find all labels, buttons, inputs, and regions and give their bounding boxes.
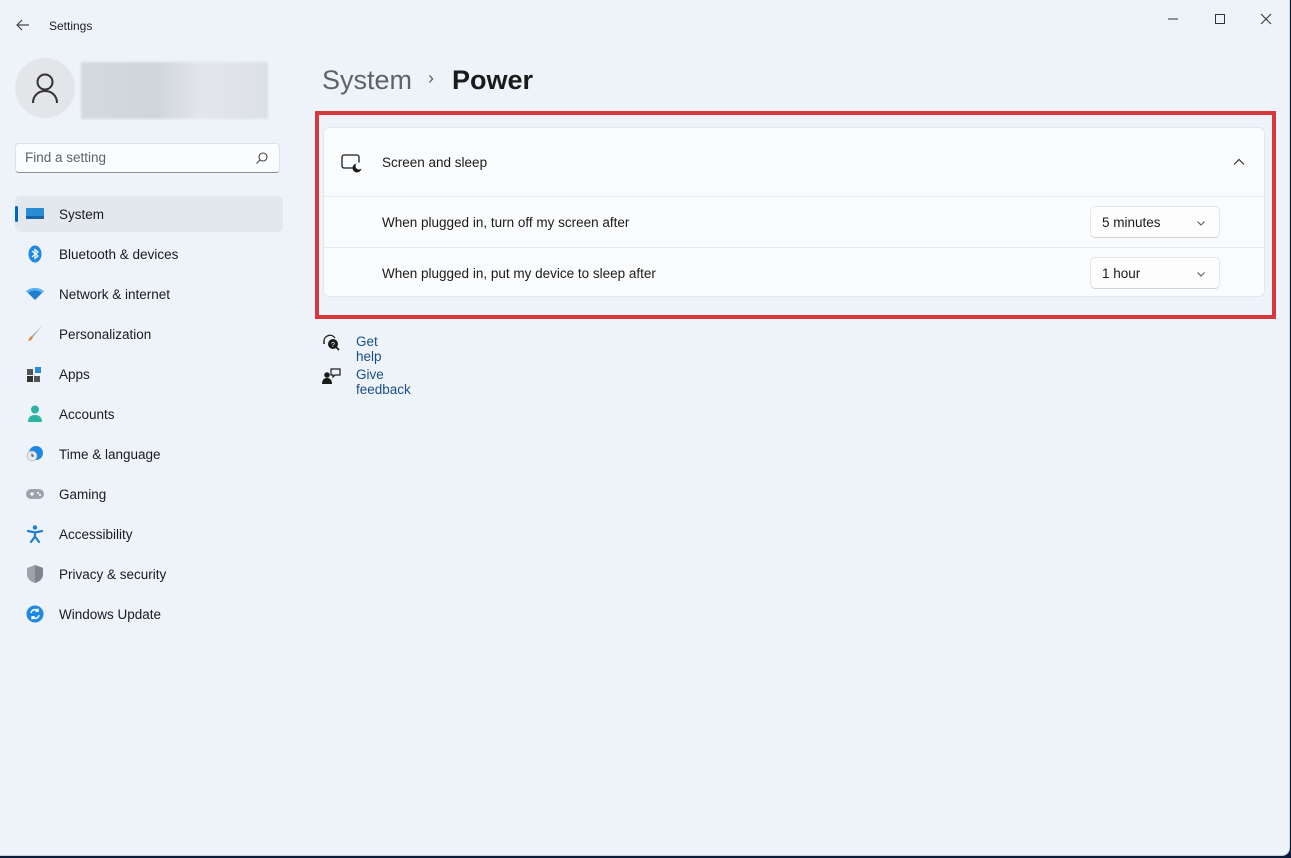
account-icon	[26, 405, 44, 423]
sidebar-item-label: Time & language	[59, 446, 161, 462]
setting-label: When plugged in, put my device to sleep …	[382, 266, 656, 281]
chevron-up-icon[interactable]	[1232, 155, 1246, 169]
wifi-icon	[26, 285, 44, 303]
screen-and-sleep-card: Screen and sleep When plugged in, turn o…	[323, 127, 1265, 297]
close-icon	[1260, 13, 1272, 25]
give-feedback-text[interactable]: Give feedback	[356, 367, 411, 397]
minimize-icon	[1168, 18, 1178, 20]
sidebar-item-gaming[interactable]: Gaming	[15, 476, 283, 512]
close-button[interactable]	[1251, 8, 1281, 30]
sidebar-item-label: Gaming	[59, 486, 107, 502]
feedback-icon	[322, 368, 341, 384]
dropdown-value: 1 hour	[1102, 266, 1141, 281]
sidebar-item-accessibility[interactable]: Accessibility	[15, 516, 283, 552]
clock-globe-icon	[26, 445, 44, 463]
svg-text:?: ?	[331, 342, 335, 349]
search-icon[interactable]	[255, 151, 269, 165]
sidebar-nav: System Bluetooth & devices Network & int…	[15, 196, 283, 636]
sidebar-item-windows-update[interactable]: Windows Update	[15, 596, 283, 632]
breadcrumb-separator-icon: ›	[428, 67, 435, 88]
breadcrumb-parent[interactable]: System	[322, 65, 412, 96]
sidebar-item-label: Privacy & security	[59, 566, 167, 582]
person-icon	[32, 73, 58, 104]
sidebar-item-label: System	[59, 206, 105, 222]
apps-icon	[26, 365, 44, 383]
chevron-down-icon	[1197, 221, 1205, 226]
bluetooth-icon	[26, 245, 44, 263]
dropdown-value: 5 minutes	[1102, 215, 1161, 230]
page-title: Power	[452, 64, 534, 95]
sidebar-item-system[interactable]: System	[15, 196, 283, 232]
sidebar-item-bluetooth[interactable]: Bluetooth & devices	[15, 236, 283, 272]
sidebar-item-label: Personalization	[59, 326, 152, 342]
back-arrow-icon	[16, 19, 29, 31]
sidebar-item-privacy-security[interactable]: Privacy & security	[15, 556, 283, 592]
app-title: Settings	[49, 19, 93, 33]
avatar[interactable]	[15, 58, 75, 118]
screen-off-dropdown[interactable]: 5 minutes	[1090, 206, 1220, 238]
sidebar-item-accounts[interactable]: Accounts	[15, 396, 283, 432]
sidebar-item-time-language[interactable]: Time & language	[15, 436, 283, 472]
sidebar-item-network[interactable]: Network & internet	[15, 276, 283, 312]
screen-and-sleep-header[interactable]: Screen and sleep	[324, 128, 1264, 196]
system-display-icon	[26, 205, 44, 223]
setting-row-screen-off: When plugged in, turn off my screen afte…	[324, 196, 1264, 247]
maximize-icon	[1215, 14, 1225, 24]
back-button[interactable]	[12, 14, 34, 36]
search-input[interactable]	[25, 150, 245, 165]
settings-window: Settings System	[0, 0, 1290, 856]
sidebar-item-label: Network & internet	[59, 286, 171, 302]
card-title: Screen and sleep	[382, 155, 488, 170]
username-redacted	[81, 62, 268, 119]
sidebar-item-label: Bluetooth & devices	[59, 246, 179, 262]
breadcrumb: System › Power	[322, 60, 533, 100]
title-bar: Settings	[0, 0, 1289, 52]
paintbrush-icon	[26, 325, 44, 343]
sidebar-item-label: Apps	[59, 366, 90, 382]
maximize-button[interactable]	[1205, 8, 1235, 30]
sleep-dropdown[interactable]: 1 hour	[1090, 257, 1220, 289]
update-icon	[26, 605, 44, 623]
chevron-down-icon	[1197, 272, 1205, 277]
minimize-button[interactable]	[1158, 8, 1188, 30]
screen-sleep-icon	[341, 154, 363, 173]
sidebar-item-label: Windows Update	[59, 606, 162, 622]
sidebar-item-personalization[interactable]: Personalization	[15, 316, 283, 352]
search-box[interactable]	[15, 143, 280, 173]
sidebar-item-label: Accounts	[59, 406, 115, 422]
sidebar-item-label: Accessibility	[59, 526, 133, 542]
get-help-text[interactable]: Get help	[356, 334, 382, 364]
setting-row-sleep: When plugged in, put my device to sleep …	[324, 247, 1264, 298]
accessibility-icon	[26, 525, 44, 543]
shield-icon	[26, 565, 44, 583]
gamepad-icon	[26, 485, 44, 503]
setting-label: When plugged in, turn off my screen afte…	[382, 215, 630, 230]
get-help-icon: ?	[323, 334, 340, 351]
sidebar-item-apps[interactable]: Apps	[15, 356, 283, 392]
